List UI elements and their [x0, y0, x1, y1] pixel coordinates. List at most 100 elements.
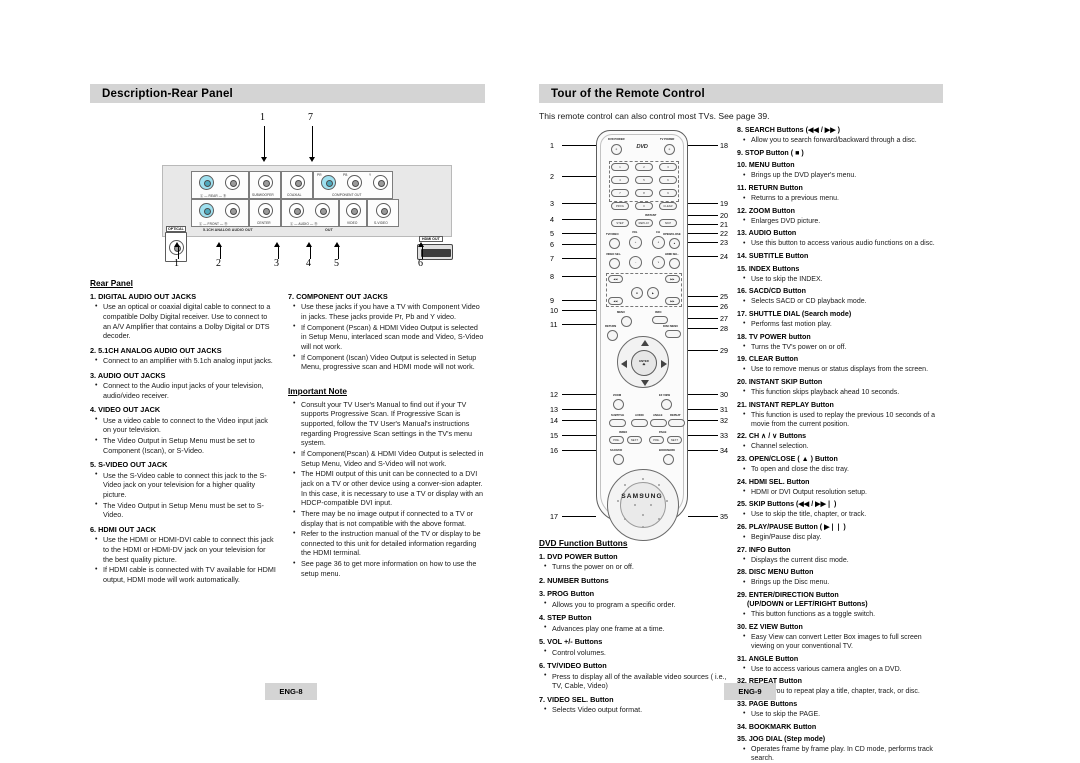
skip-next-button[interactable]: ▶▶ — [665, 297, 680, 305]
audio-button[interactable] — [631, 419, 648, 427]
sacd-cd-button[interactable] — [613, 454, 624, 465]
list-item-heading: 7. COMPONENT OUT JACKS — [288, 292, 388, 301]
vol-up-button[interactable]: + — [629, 236, 642, 249]
ch-up-button[interactable]: ∧ — [652, 236, 665, 249]
list-item: 27. INFO ButtonDisplays the current disc… — [737, 546, 943, 565]
remote-callout-15: 15 — [550, 431, 558, 440]
remote-leader-line — [688, 203, 718, 204]
return-button[interactable] — [607, 330, 618, 341]
component-out-label: COMPONENT OUT — [332, 193, 362, 197]
number-button-9[interactable]: 9 — [659, 189, 677, 197]
list-item: 25. SKIP Buttons (◀◀ / ▶▶❘ )Use to skip … — [737, 500, 943, 519]
list-item-heading: 6. HDMI OUT JACK — [90, 524, 157, 534]
remote-leader-line — [688, 242, 718, 243]
step-button[interactable]: STEP — [611, 219, 629, 227]
bullet: This function is used to replay the prev… — [737, 410, 943, 429]
instant-skip-button[interactable]: SKIP — [659, 219, 677, 227]
video-sel-button[interactable] — [609, 258, 620, 269]
play-pause-button[interactable]: ▶ — [647, 287, 659, 299]
remote-leader-line — [562, 516, 596, 517]
info-button[interactable] — [652, 316, 668, 324]
remote-callout-29: 29 — [720, 346, 728, 355]
search-forward-button[interactable]: ▶▶ — [665, 275, 680, 283]
number-button-4[interactable]: 4 — [611, 176, 629, 184]
number-button-0[interactable]: 0 — [635, 202, 653, 210]
tv-video-button[interactable] — [609, 238, 620, 249]
number-button-5[interactable]: 5 — [635, 176, 653, 184]
dpad-up-icon[interactable] — [641, 340, 649, 346]
page-prev-button[interactable]: PRE. — [649, 436, 664, 444]
rear-audio-block: Ⓛ — REAR — Ⓡ — [191, 171, 249, 199]
index-next-button[interactable]: NEXT — [627, 436, 642, 444]
instant-replay-button[interactable]: REPLAY — [635, 219, 653, 227]
jog-dial[interactable] — [607, 469, 679, 541]
ez-view-button[interactable] — [661, 399, 672, 410]
open-close-button[interactable]: ▲ — [669, 238, 680, 249]
subtitle-button[interactable] — [609, 419, 626, 427]
remote-callout-30: 30 — [720, 390, 728, 399]
list-item: 9. STOP Button ( ■ ) — [737, 149, 943, 158]
bullet: Refer to the instruction manual of the T… — [288, 529, 484, 558]
page-next-button[interactable]: NEXT — [667, 436, 682, 444]
tv-power-button[interactable]: ⎈ — [664, 144, 675, 155]
skip-previous-button[interactable]: ◀◀ — [608, 297, 623, 305]
list-item-heading: 35. JOG DIAL (Step mode) — [737, 735, 826, 744]
component-pr-label: PR — [317, 173, 322, 177]
bookmark-button[interactable] — [663, 454, 674, 465]
remote-callout-4: 4 — [550, 215, 554, 224]
list-item: 13. AUDIO ButtonUse this button to acces… — [737, 229, 943, 248]
remote-callout-33: 33 — [720, 431, 728, 440]
list-item: 7. COMPONENT OUT JACKSUse these jacks if… — [288, 292, 484, 372]
list-item-bullets: This function skips playback ahead 10 se… — [737, 387, 943, 397]
remote-leader-line — [562, 300, 596, 301]
number-button-1[interactable]: 1 — [611, 163, 629, 171]
number-button-2[interactable]: 2 — [635, 163, 653, 171]
number-button-7[interactable]: 7 — [611, 189, 629, 197]
bullet: Use to skip the INDEX. — [737, 274, 943, 284]
dpad-left-icon[interactable] — [621, 360, 627, 368]
clear-button[interactable]: CLEAR — [659, 202, 677, 210]
list-item-bullets: Use a video cable to connect to the Vide… — [90, 415, 276, 456]
coaxial-block: COAXIAL — [281, 171, 313, 199]
zoom-button[interactable] — [613, 399, 624, 410]
remote-leader-line — [562, 324, 596, 325]
remote-leader-line — [562, 450, 596, 451]
list-item: 2. 5.1CH ANALOG AUDIO OUT JACKSConnect t… — [90, 346, 276, 366]
number-button-3[interactable]: 3 — [659, 163, 677, 171]
number-button-6[interactable]: 6 — [659, 176, 677, 184]
dpad-down-icon[interactable] — [641, 380, 649, 386]
center-label: CENTER — [257, 221, 271, 225]
vol-down-button[interactable]: − — [629, 256, 642, 269]
disc-menu-button[interactable] — [665, 330, 681, 338]
analog-out-group-label: 5.1CH ANALOG AUDIO OUT — [203, 228, 253, 232]
bullet: Begin/Pause disc play. — [737, 533, 943, 542]
stop-button[interactable]: ■ — [631, 287, 643, 299]
number-button-8[interactable]: 8 — [635, 189, 653, 197]
angle-button[interactable] — [650, 419, 667, 427]
index-prev-button[interactable]: PRE. — [609, 436, 624, 444]
left-section-header: Description-Rear Panel — [90, 84, 485, 103]
bullet: If Component (Iscan) Video Output is sel… — [288, 352, 484, 372]
hdmi-sel-button[interactable] — [669, 258, 680, 269]
bullet: There may be no image output if connecte… — [288, 508, 484, 528]
search-backward-button[interactable]: ◀◀ — [608, 275, 623, 283]
direction-pad[interactable]: ENTER ⏏ — [617, 336, 669, 388]
left-section-title: Description-Rear Panel — [102, 87, 233, 100]
enter-button[interactable]: ENTER ⏏ — [631, 350, 657, 376]
list-item-bullets: Use to remove menus or status displays f… — [737, 365, 943, 374]
instant-label: INSTANT — [645, 214, 657, 217]
remote-leader-line — [688, 256, 718, 257]
repeat-button[interactable] — [668, 419, 685, 427]
ch-down-button[interactable]: ∨ — [652, 256, 665, 269]
dpad-right-icon[interactable] — [661, 360, 667, 368]
list-item-heading: 13. AUDIO Button — [737, 229, 797, 238]
list-item-bullets: Brings up the DVD player's menu. — [737, 171, 943, 180]
menu-button[interactable] — [621, 316, 632, 327]
list-item-bullets: Brings up the Disc menu. — [737, 578, 943, 587]
list-item: 21. INSTANT REPLAY ButtonThis function i… — [737, 401, 943, 429]
dvd-power-button[interactable]: ⎈ — [611, 144, 622, 155]
rear-panel-description-column: Rear Panel 1. DIGITAL AUDIO OUT JACKSUse… — [90, 278, 276, 589]
remote-callout-21: 21 — [720, 220, 728, 229]
bullet: Advances play one frame at a time. — [539, 623, 735, 634]
prog-button[interactable]: PROG — [611, 202, 629, 210]
